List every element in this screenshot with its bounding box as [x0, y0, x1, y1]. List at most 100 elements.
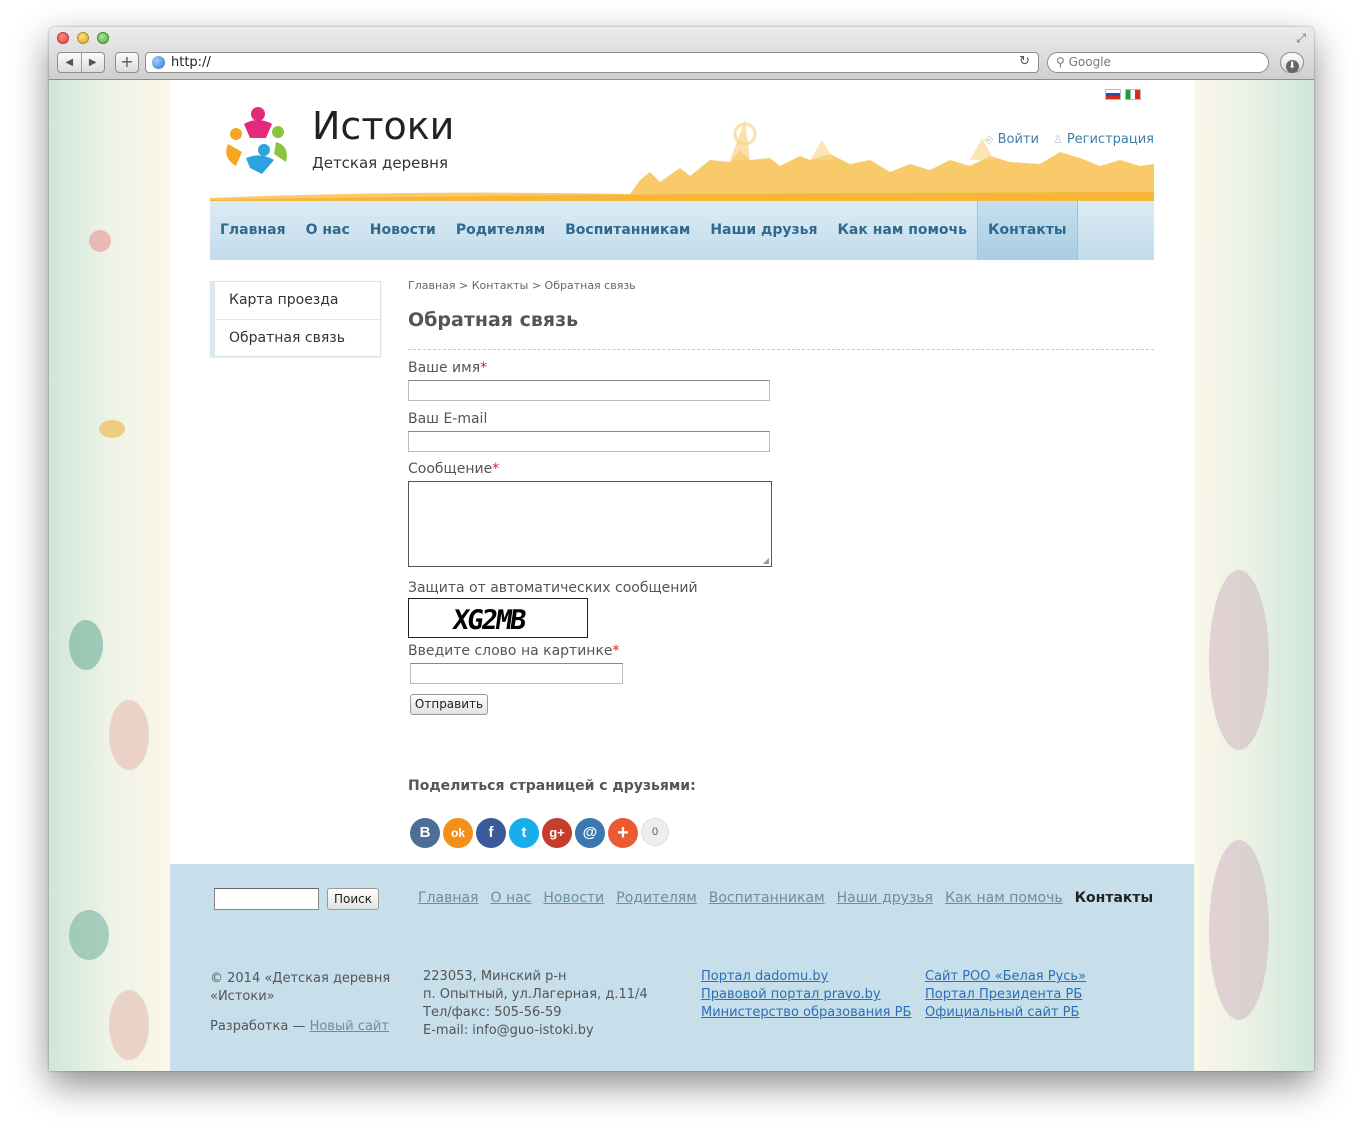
footer: Поиск Главная О нас Новости Родителям Во… [170, 864, 1194, 1071]
downloads-button[interactable]: ⬇ [1280, 52, 1304, 73]
footer-nav-home[interactable]: Главная [418, 890, 478, 906]
developer-credit: Разработка — Новый сайт [210, 1018, 390, 1036]
phone-text: Тел/факс: 505-56-59 [423, 1005, 562, 1020]
nav-item-about[interactable]: О нас [296, 201, 360, 260]
footer-link[interactable]: Сайт РОО «Белая Русь» [925, 968, 1086, 986]
nav-item-parents[interactable]: Родителям [446, 201, 555, 260]
footer-copyright: © 2014 «Детская деревня «Истоки» Разрабо… [210, 970, 390, 1036]
logo-icon [226, 107, 287, 174]
footer-link[interactable]: Портал dadomu.by [701, 968, 911, 986]
background-decoration [1209, 840, 1269, 1020]
close-window-button[interactable] [57, 32, 69, 44]
copyright-line: © 2014 «Детская деревня [210, 971, 391, 986]
login-label: Войти [997, 132, 1039, 147]
nav-item-home[interactable]: Главная [210, 201, 296, 260]
background-decoration [69, 620, 103, 670]
register-link[interactable]: ♙ Регистрация [1053, 132, 1154, 147]
nav-item-help[interactable]: Как нам помочь [827, 201, 977, 260]
required-mark: * [480, 360, 488, 376]
russian-flag-icon[interactable] [1105, 89, 1121, 100]
resize-grip-icon[interactable]: ◢ [763, 556, 769, 565]
message-label-text: Сообщение [408, 461, 493, 477]
footer-links-col1: Портал dadomu.by Правовой портал pravo.b… [701, 968, 911, 1022]
nav-item-contacts[interactable]: Контакты [977, 201, 1078, 260]
vk-share-icon[interactable]: B [410, 818, 440, 848]
email-label: Ваш E-mail [408, 411, 488, 427]
background-decoration [99, 420, 125, 438]
page: Истоки Детская деревня ⎆ Войти ♙ Регистрац… [170, 80, 1194, 1071]
footer-link[interactable]: Портал Президента РБ [925, 986, 1086, 1004]
auth-links: ⎆ Войти ♙ Регистрация [985, 132, 1154, 147]
new-tab-button[interactable]: + [115, 52, 139, 73]
more-share-icon[interactable]: + [608, 818, 638, 848]
developer-prefix: Разработка — [210, 1019, 310, 1034]
footer-nav-contacts[interactable]: Контакты [1075, 890, 1154, 906]
main-nav: Главная О нас Новости Родителям Воспитан… [210, 201, 1154, 260]
sidebar-item-map[interactable]: Карта проезда [215, 282, 380, 319]
forward-button[interactable]: ▶ [80, 53, 105, 72]
fullscreen-icon[interactable]: ⤢ [1296, 31, 1306, 46]
name-label-text: Ваше имя [408, 360, 481, 376]
browser-window: ⤢ ◀ ▶ + http:// ↻ ⚲ Google ⬇ Истоки Детс… [49, 27, 1314, 1071]
developer-link[interactable]: Новый сайт [310, 1019, 389, 1034]
register-label: Регистрация [1066, 132, 1154, 147]
sidebar-item-feedback[interactable]: Обратная связь [215, 319, 380, 356]
user-icon: ♙ [1052, 133, 1063, 146]
nav-item-friends[interactable]: Наши друзья [700, 201, 827, 260]
back-button[interactable]: ◀ [58, 53, 81, 72]
share-count: 0 [641, 818, 669, 846]
italian-flag-icon[interactable] [1125, 89, 1141, 100]
login-icon: ⎆ [984, 133, 994, 146]
page-title: Обратная связь [408, 309, 579, 331]
email-input[interactable] [408, 431, 770, 452]
captcha-text: XG2MB [450, 605, 527, 636]
browser-search-field[interactable]: ⚲ Google [1047, 52, 1269, 73]
footer-link[interactable]: Правовой портал pravo.by [701, 986, 911, 1004]
captcha-input-label: Введите слово на картинке* [408, 643, 620, 659]
odnoklassniki-share-icon[interactable]: ok [443, 818, 473, 848]
footer-contacts: 223053, Минский р-н п. Опытный, ул.Лагер… [423, 968, 648, 1040]
name-input[interactable] [408, 380, 770, 401]
background-decoration [109, 700, 149, 770]
site-title[interactable]: Истоки [312, 104, 454, 148]
footer-nav-news[interactable]: Новости [543, 890, 604, 906]
footer-link[interactable]: Официальный сайт РБ [925, 1004, 1086, 1022]
nav-item-news[interactable]: Новости [360, 201, 446, 260]
minimize-window-button[interactable] [77, 32, 89, 44]
footer-nav-friends[interactable]: Наши друзья [837, 890, 933, 906]
title-divider [408, 349, 1154, 350]
footer-nav-parents[interactable]: Родителям [616, 890, 697, 906]
copyright-line: «Истоки» [210, 989, 275, 1004]
google-plus-share-icon[interactable]: g+ [542, 818, 572, 848]
submit-button[interactable]: Отправить [410, 694, 488, 715]
reload-icon[interactable]: ↻ [1019, 54, 1030, 69]
captcha-input[interactable] [410, 663, 623, 684]
history-buttons: ◀ ▶ [57, 52, 105, 73]
facebook-share-icon[interactable]: f [476, 818, 506, 848]
footer-link[interactable]: Министерство образования РБ [701, 1004, 911, 1022]
footer-nav-about[interactable]: О нас [490, 890, 531, 906]
footer-nav: Главная О нас Новости Родителям Воспитан… [418, 890, 1153, 906]
background-decoration [109, 990, 149, 1060]
share-buttons: B ok f t g+ @ + 0 [410, 818, 669, 848]
zoom-window-button[interactable] [97, 32, 109, 44]
search-icon: ⚲ [1056, 55, 1069, 69]
footer-search-button[interactable]: Поиск [327, 888, 379, 910]
login-link[interactable]: ⎆ Войти [985, 132, 1039, 147]
nav-item-pupils[interactable]: Воспитанникам [555, 201, 700, 260]
message-textarea[interactable]: ◢ [408, 481, 772, 567]
footer-nav-pupils[interactable]: Воспитанникам [709, 890, 825, 906]
address-bar[interactable]: http:// ↻ [145, 52, 1039, 73]
footer-search-input[interactable] [214, 888, 319, 910]
background-decoration [1209, 570, 1269, 750]
footer-nav-help[interactable]: Как нам помочь [945, 890, 1063, 906]
mail-share-icon[interactable]: @ [575, 818, 605, 848]
required-mark: * [492, 461, 500, 477]
browser-toolbar: ⤢ ◀ ▶ + http:// ↻ ⚲ Google ⬇ [49, 27, 1314, 80]
download-icon: ⬇ [1285, 60, 1299, 73]
twitter-share-icon[interactable]: t [509, 818, 539, 848]
search-placeholder: Google [1068, 55, 1111, 69]
breadcrumb[interactable]: Главная > Контакты > Обратная связь [408, 279, 636, 292]
sidebar-menu: Карта проезда Обратная связь [210, 281, 381, 357]
background-decoration [69, 910, 109, 960]
